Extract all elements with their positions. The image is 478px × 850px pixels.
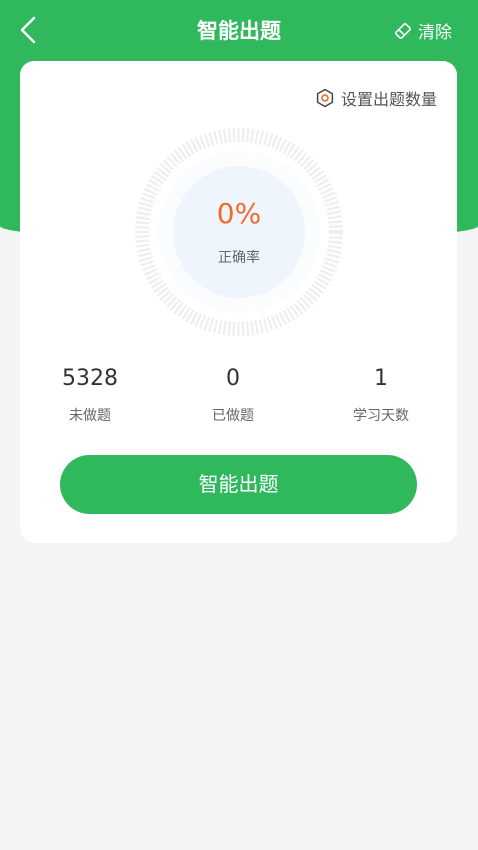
- stat-label: 未做题: [69, 408, 111, 424]
- top-bar: 智能出题 清除: [0, 0, 478, 60]
- set-question-count-button[interactable]: 设置出题数量: [315, 86, 437, 110]
- stat-value: 5328: [62, 366, 118, 391]
- stat-study-days: 1 学习天数: [316, 366, 446, 425]
- stat-label: 学习天数: [353, 408, 409, 424]
- gear-icon: [316, 88, 334, 108]
- stat-label: 已做题: [212, 408, 254, 424]
- stat-value: 1: [374, 366, 388, 391]
- clear-button[interactable]: 清除: [394, 18, 452, 43]
- dial-graphic: [135, 128, 343, 336]
- clear-label: 清除: [418, 23, 452, 43]
- settings-label: 设置出题数量: [340, 90, 437, 109]
- stat-undone: 5328 未做题: [25, 366, 155, 425]
- stat-done: 0 已做题: [168, 366, 298, 425]
- start-practice-button[interactable]: 智能出题: [60, 455, 417, 514]
- accuracy-label: 正确率: [218, 250, 260, 266]
- stat-value: 0: [226, 366, 240, 391]
- eraser-icon: [395, 22, 411, 39]
- accuracy-value: 0%: [216, 197, 262, 230]
- accuracy-dial: 0% 正确率: [134, 127, 344, 337]
- practice-card: 设置出题数量 0% 正确率 5328 未做题 0 已做题 1 学习天数 智能出题: [20, 61, 457, 543]
